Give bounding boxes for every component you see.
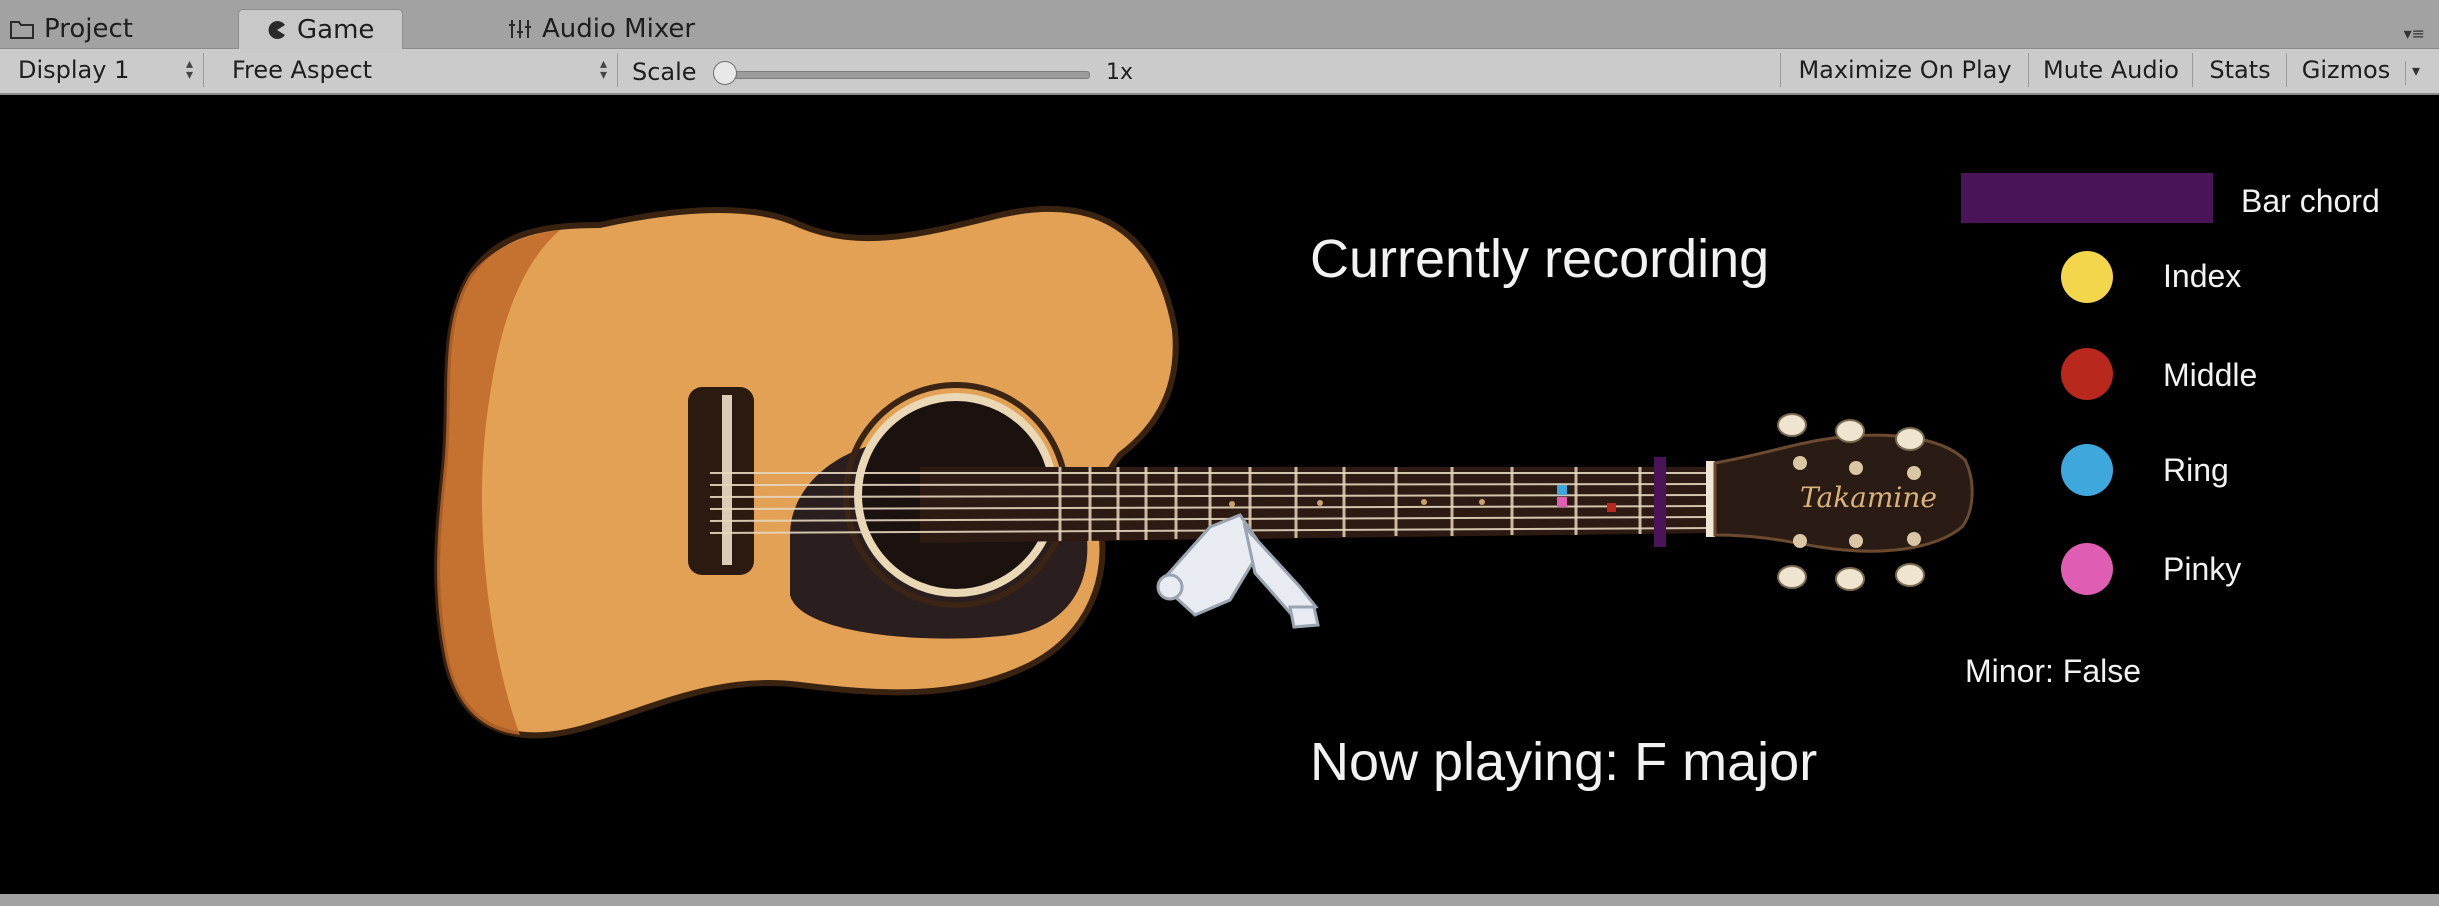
tab-audio-mixer-label: Audio Mixer — [542, 14, 696, 44]
game-view: Takamine Currently recording Now playing… — [0, 95, 2439, 894]
recording-status: Currently recording — [1310, 229, 1770, 289]
guitar-headstock: Takamine — [1713, 413, 1974, 591]
ring-swatch — [2061, 444, 2113, 496]
scale-value: 1x — [1106, 60, 1134, 85]
display-dropdown-value: Display 1 — [18, 56, 130, 84]
legend-bar-chord: Bar chord — [2241, 183, 2380, 219]
legend-middle: Middle — [2163, 357, 2258, 393]
ring-finger-marker — [1557, 485, 1567, 495]
svg-text:Takamine: Takamine — [1800, 481, 1937, 514]
tab-project[interactable]: Project — [10, 10, 133, 48]
bottom-panel-edge — [0, 894, 2439, 906]
stats-button[interactable]: Stats — [2192, 53, 2287, 87]
mixer-icon — [509, 20, 531, 38]
legend-pinky: Pinky — [2163, 551, 2242, 587]
updown-arrows-icon: ▴ ▾ — [185, 56, 193, 83]
gizmos-button[interactable]: Gizmos — [2286, 53, 2405, 87]
tab-audio-mixer[interactable]: Audio Mixer — [508, 10, 695, 48]
game-toolbar: Display 1 ▴ ▾ Free Aspect ▴ ▾ Scale 1x Max… — [0, 49, 2439, 95]
legend-index: Index — [2163, 258, 2242, 294]
pinky-finger-marker — [1557, 497, 1567, 507]
display-dropdown[interactable]: Display 1 ▴ ▾ — [4, 53, 204, 87]
scale-slider-track[interactable] — [722, 71, 1090, 79]
aspect-dropdown-value: Free Aspect — [232, 56, 373, 84]
middle-finger-marker — [1607, 503, 1616, 512]
folder-icon — [10, 21, 34, 39]
stats-label: Stats — [2209, 56, 2271, 84]
gizmos-dropdown-icon[interactable]: ▾ — [2405, 61, 2420, 85]
scale-slider-thumb[interactable] — [713, 61, 737, 85]
now-playing-label: Now playing: F major — [1310, 732, 1818, 792]
index-swatch — [2061, 251, 2113, 303]
gizmos-label: Gizmos — [2301, 56, 2391, 84]
bar-chord-swatch — [1961, 173, 2213, 223]
mute-audio-label: Mute Audio — [2043, 56, 2179, 84]
aspect-dropdown[interactable]: Free Aspect ▴ ▾ — [218, 53, 618, 87]
updown-arrows-icon: ▴ ▾ — [599, 56, 607, 83]
middle-swatch — [2061, 348, 2113, 400]
pacman-icon — [268, 21, 285, 39]
mute-audio-button[interactable]: Mute Audio — [2028, 53, 2193, 87]
tab-game[interactable]: Game — [238, 9, 404, 50]
bar-chord-marker — [1654, 457, 1666, 547]
maximize-on-play-button[interactable]: Maximize On Play — [1780, 53, 2029, 87]
pinky-swatch — [2061, 543, 2113, 595]
editor-tab-strip: Project Game Audio Mixer ▾≡ — [0, 0, 2439, 50]
tab-project-label: Project — [44, 14, 133, 44]
tab-game-label: Game — [297, 15, 375, 45]
minor-status: Minor: False — [1965, 653, 2142, 689]
scale-label: Scale — [632, 58, 697, 86]
legend-ring: Ring — [2163, 452, 2229, 488]
tab-menu-icon[interactable]: ▾≡ — [2404, 24, 2425, 43]
maximize-on-play-label: Maximize On Play — [1798, 56, 2012, 84]
